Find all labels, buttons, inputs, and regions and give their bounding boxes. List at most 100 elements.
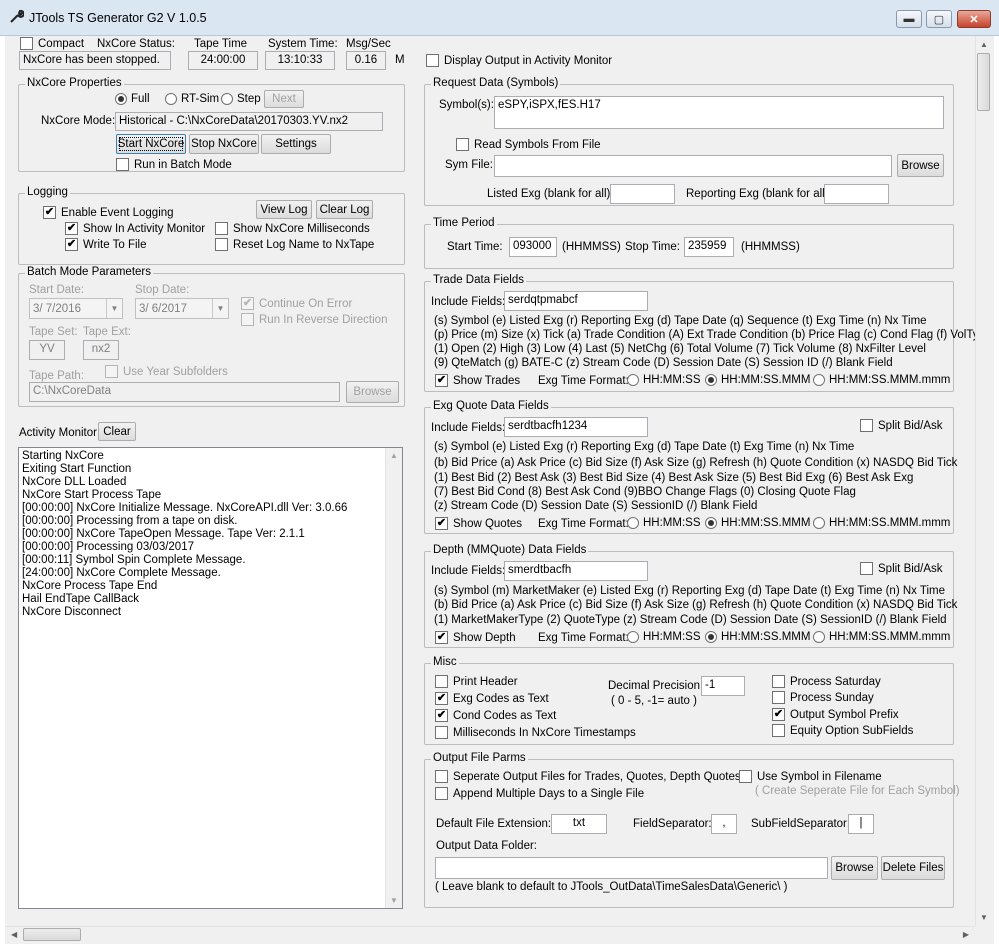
stop-nxcore-button[interactable]: Stop NxCore bbox=[189, 134, 259, 154]
field-separator-field[interactable]: , bbox=[711, 814, 737, 834]
group-caption: Trade Data Fields bbox=[431, 274, 526, 286]
activity-monitor-list[interactable]: Starting NxCore Exiting Start Function NxC… bbox=[18, 447, 403, 909]
exg-codes-text-checkbox[interactable]: ✔ Exg Codes as Text bbox=[435, 692, 549, 705]
quote-fmt-mmm-radio[interactable]: HH:MM:SS.MMM bbox=[705, 517, 810, 529]
stop-time-field[interactable]: 235959 bbox=[684, 237, 734, 257]
quote-legend-1: (s) Symbol (e) Listed Exg (r) Reporting … bbox=[434, 441, 855, 453]
quote-fields-group: Exg Quote Data Fields Include Fields: se… bbox=[424, 400, 957, 534]
stop-date-label: Stop Date: bbox=[135, 284, 190, 296]
output-folder-field[interactable] bbox=[435, 857, 828, 879]
append-days-checkbox[interactable]: Append Multiple Days to a Single File bbox=[435, 787, 644, 800]
trade-include-field[interactable]: serdqtpmabcf bbox=[504, 291, 648, 311]
display-output-checkbox[interactable]: Display Output in Activity Monitor bbox=[426, 54, 612, 67]
equity-option-subfields-checkbox[interactable]: Equity Option SubFields bbox=[772, 724, 913, 737]
reset-log-name-checkbox[interactable]: Reset Log Name to NxTape bbox=[215, 238, 374, 251]
tape-path-field[interactable]: C:\NxCoreData bbox=[29, 382, 340, 402]
view-log-button[interactable]: View Log bbox=[256, 200, 312, 219]
window-horizontal-scrollbar[interactable]: ◀ ▶ bbox=[5, 926, 975, 943]
minimize-button[interactable]: ▬ bbox=[896, 10, 922, 28]
compact-checkbox[interactable]: Compact bbox=[20, 37, 84, 50]
activity-line: [00:00:00] Processing 03/03/2017 bbox=[22, 541, 194, 553]
separate-files-checkbox[interactable]: Seperate Output Files for Trades, Quotes… bbox=[435, 770, 741, 783]
output-folder-browse-button[interactable]: Browse bbox=[831, 856, 878, 880]
activity-clear-button[interactable]: Clear bbox=[98, 422, 136, 441]
reporting-exg-field[interactable] bbox=[824, 184, 889, 204]
quote-fmt-mmmmmm-radio[interactable]: HH:MM:SS.MMM.mmm bbox=[813, 517, 950, 529]
mode-full-radio[interactable]: Full bbox=[115, 93, 150, 105]
activity-line: NxCore Process Tape End bbox=[22, 580, 158, 592]
window-vertical-scrollbar[interactable]: ▲ ▼ bbox=[975, 36, 992, 926]
file-extension-label: Default File Extension: bbox=[436, 818, 552, 830]
enable-logging-checkbox[interactable]: ✔ Enable Event Logging bbox=[43, 206, 174, 219]
tape-ext-field[interactable]: nx2 bbox=[83, 340, 119, 360]
use-symbol-filename-checkbox[interactable]: Use Symbol in Filename bbox=[739, 770, 882, 783]
trade-time-format-label: Exg Time Format: bbox=[538, 375, 629, 387]
settings-button[interactable]: Settings bbox=[261, 134, 331, 154]
tape-path-browse-button[interactable]: Browse bbox=[346, 381, 399, 403]
quote-fmt-hhmmss-radio[interactable]: HH:MM:SS bbox=[627, 517, 701, 529]
horizontal-scroll-thumb[interactable] bbox=[23, 928, 81, 941]
show-trades-checkbox[interactable]: ✔ Show Trades bbox=[435, 374, 520, 387]
continue-on-error-checkbox[interactable]: ✔ Continue On Error bbox=[241, 297, 352, 310]
start-date-label: Start Date: bbox=[29, 284, 84, 296]
depth-fmt-mmmmmm-radio[interactable]: HH:MM:SS.MMM.mmm bbox=[813, 631, 950, 643]
show-quotes-checkbox[interactable]: ✔ Show Quotes bbox=[435, 517, 522, 530]
depth-include-field[interactable]: smerdtbacfh bbox=[504, 561, 648, 581]
stop-date-picker[interactable]: 3/ 6/2017 ▼ bbox=[135, 298, 229, 319]
sym-file-browse-button[interactable]: Browse bbox=[897, 154, 944, 177]
print-header-checkbox[interactable]: Print Header bbox=[435, 675, 518, 688]
process-sunday-checkbox[interactable]: Process Sunday bbox=[772, 691, 874, 704]
activity-scrollbar[interactable]: ▲ ▼ bbox=[385, 448, 402, 908]
msg-sec-field: 0.16 bbox=[346, 51, 386, 70]
trade-fmt-hhmmss-radio[interactable]: HH:MM:SS bbox=[627, 374, 701, 386]
read-symbols-file-checkbox[interactable]: Read Symbols From File bbox=[456, 138, 601, 151]
trade-legend-3: (1) Open (2) High (3) Low (4) Last (5) N… bbox=[434, 343, 926, 355]
sym-file-field[interactable] bbox=[494, 155, 892, 177]
group-caption: Logging bbox=[25, 186, 70, 198]
nxcore-status-label: NxCore Status: bbox=[97, 38, 175, 50]
write-to-file-checkbox[interactable]: ✔ Write To File bbox=[65, 238, 146, 251]
show-milliseconds-checkbox[interactable]: Show NxCore Milliseconds bbox=[215, 222, 370, 235]
start-nxcore-button[interactable]: Start NxCore bbox=[116, 134, 186, 154]
activity-line: [00:00:00] NxCore TapeOpen Message. Tape… bbox=[22, 528, 305, 540]
listed-exg-field[interactable] bbox=[610, 184, 675, 204]
reverse-direction-checkbox[interactable]: Run In Reverse Direction bbox=[241, 313, 387, 326]
file-extension-field[interactable]: txt bbox=[551, 814, 607, 834]
tape-path-label: Tape Path: bbox=[29, 370, 84, 382]
next-button[interactable]: Next bbox=[264, 90, 304, 108]
batch-mode-checkbox[interactable]: Run in Batch Mode bbox=[116, 158, 232, 171]
subfield-separator-field[interactable]: | bbox=[848, 814, 874, 834]
clear-log-button[interactable]: Clear Log bbox=[316, 200, 373, 219]
show-in-monitor-checkbox[interactable]: ✔ Show In Activity Monitor bbox=[65, 222, 205, 235]
maximize-button[interactable]: ▢ bbox=[926, 10, 952, 28]
year-subfolders-checkbox[interactable]: Use Year Subfolders bbox=[105, 365, 228, 378]
group-caption: NxCore Properties bbox=[25, 77, 124, 89]
quote-include-field[interactable]: serdtbacfh1234 bbox=[504, 417, 648, 437]
trade-fmt-mmm-radio[interactable]: HH:MM:SS.MMM bbox=[705, 374, 810, 386]
depth-fmt-mmm-radio[interactable]: HH:MM:SS.MMM bbox=[705, 631, 810, 643]
close-button[interactable]: ✕ bbox=[957, 10, 991, 28]
tape-set-field[interactable]: YV bbox=[29, 340, 65, 360]
mode-step-radio[interactable]: Step bbox=[221, 93, 261, 105]
cond-codes-text-checkbox[interactable]: ✔ Cond Codes as Text bbox=[435, 709, 556, 722]
activity-line: [00:00:11] Symbol Spin Complete Message. bbox=[22, 554, 246, 566]
output-symbol-prefix-checkbox[interactable]: ✔ Output Symbol Prefix bbox=[772, 708, 899, 721]
msg-sec-label: Msg/Sec bbox=[346, 38, 391, 50]
decimal-precision-field[interactable]: -1 bbox=[701, 676, 745, 696]
show-depth-checkbox[interactable]: ✔ Show Depth bbox=[435, 631, 516, 644]
quote-split-checkbox[interactable]: Split Bid/Ask bbox=[860, 419, 943, 432]
symbols-field[interactable]: eSPY,iSPX,fES.H17 bbox=[494, 96, 944, 129]
depth-fmt-hhmmss-radio[interactable]: HH:MM:SS bbox=[627, 631, 701, 643]
delete-files-button[interactable]: Delete Files bbox=[881, 856, 945, 880]
mode-rtsim-radio[interactable]: RT-Sim bbox=[165, 93, 219, 105]
start-date-picker[interactable]: 3/ 7/2016 ▼ bbox=[29, 298, 123, 319]
ms-timestamps-checkbox[interactable]: Milliseconds In NxCore Timestamps bbox=[435, 726, 636, 739]
process-saturday-checkbox[interactable]: Process Saturday bbox=[772, 675, 881, 688]
vertical-scroll-thumb[interactable] bbox=[977, 53, 990, 111]
depth-split-checkbox[interactable]: Split Bid/Ask bbox=[860, 562, 943, 575]
tape-ext-label: Tape Ext: bbox=[83, 326, 131, 338]
time-period-group: Time Period Start Time: 093000 (HHMMSS) … bbox=[424, 217, 954, 269]
title-bar[interactable]: JTools TS Generator G2 V 1.0.5 ▬ ▢ ✕ bbox=[0, 0, 999, 36]
start-time-field[interactable]: 093000 bbox=[509, 237, 557, 257]
trade-fmt-mmmmmm-radio[interactable]: HH:MM:SS.MMM.mmm bbox=[813, 374, 950, 386]
